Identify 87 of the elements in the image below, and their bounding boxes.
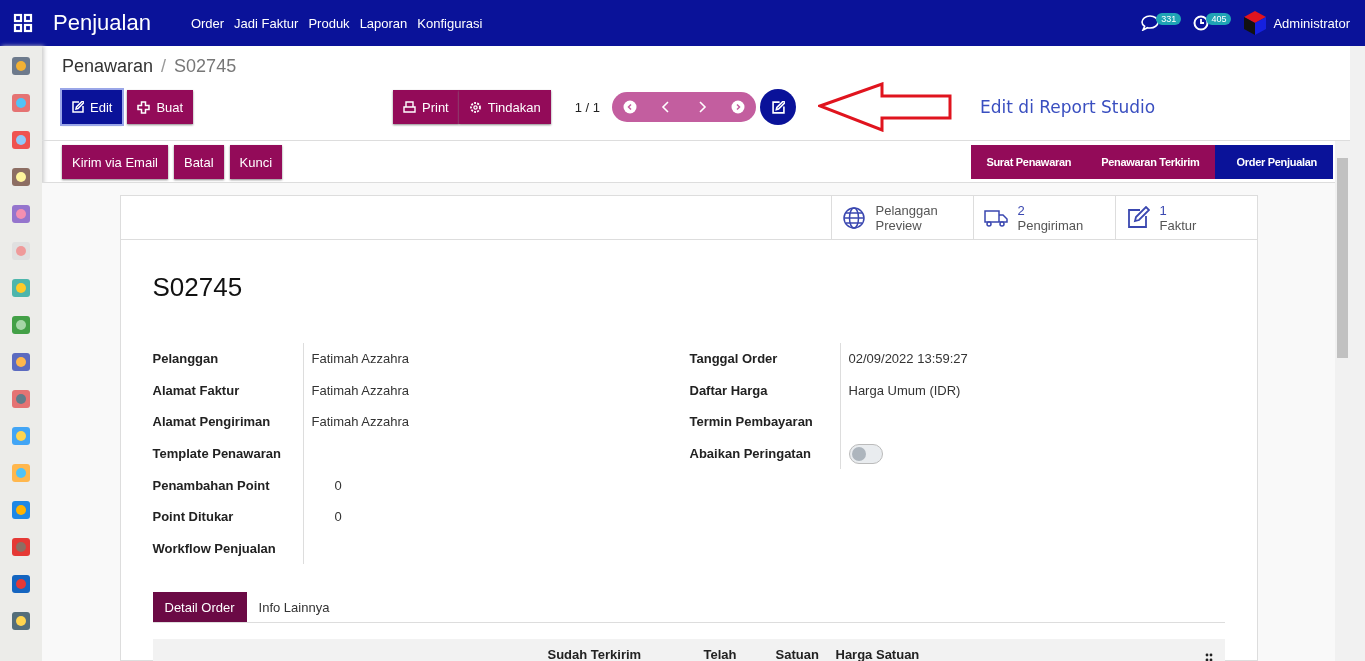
app-icon[interactable] <box>9 202 33 226</box>
field-label: Daftar Harga <box>689 381 769 400</box>
edit-icon <box>771 100 785 114</box>
smart-button-label: Pengiriman <box>1017 217 1084 233</box>
plus-icon <box>137 100 151 114</box>
pager-counter: 1 / 1 <box>574 99 601 115</box>
activity-count-badge: 405 <box>1206 13 1232 25</box>
field-label: Abaikan Peringatan <box>689 445 812 464</box>
gear-icon <box>468 100 482 114</box>
breadcrumb-item[interactable]: S02745 <box>174 56 237 78</box>
status-step[interactable]: Order Penjualan <box>1214 145 1333 179</box>
first-record-icon[interactable] <box>623 100 638 114</box>
column-header[interactable]: Telah <box>703 647 776 661</box>
field-value: Harga Umum (IDR) <box>848 382 961 398</box>
app-icon[interactable] <box>9 313 33 337</box>
app-icon[interactable] <box>9 609 33 633</box>
field-label: Tanggal Order <box>689 350 779 369</box>
app-icon[interactable] <box>9 128 33 152</box>
field-value: Fatimah Azzahra <box>311 382 410 398</box>
create-button[interactable]: Buat <box>127 90 194 124</box>
record-title: S02745 <box>152 272 244 303</box>
app-icon[interactable] <box>9 387 33 411</box>
smart-button-label: Preview <box>875 217 922 233</box>
field-label: Pelanggan <box>152 350 220 369</box>
app-icon[interactable] <box>9 572 33 596</box>
clock-icon[interactable] <box>1193 15 1210 31</box>
app-icon[interactable] <box>9 54 33 78</box>
message-count-badge: 331 <box>1156 13 1182 25</box>
arrow-icon <box>818 82 955 132</box>
avatar-icon[interactable] <box>1243 11 1268 35</box>
header-button[interactable]: Kirim via Email <box>62 145 168 179</box>
app-icon[interactable] <box>9 535 33 559</box>
field-label: Point Ditukar <box>152 508 235 527</box>
toggle-switch[interactable] <box>848 443 883 464</box>
breadcrumb-separator: / <box>161 56 167 78</box>
header-button[interactable]: Batal <box>173 145 224 179</box>
print-button[interactable]: Print <box>393 90 459 124</box>
menu-item[interactable]: Laporan <box>359 15 408 31</box>
app-icon[interactable] <box>9 165 33 189</box>
notebook-tab[interactable]: Detail Order <box>152 592 247 623</box>
app-title: Penjualan <box>53 10 151 36</box>
edit-icon <box>72 101 84 113</box>
field-label: Workflow Penjualan <box>152 539 277 558</box>
field-label: Termin Pembayaran <box>689 413 814 432</box>
smart-button-title: Pelanggan <box>875 202 938 218</box>
field-label: Penambahan Point <box>152 476 271 495</box>
annotation-text: Edit di Report Studio <box>980 97 1156 117</box>
status-step[interactable]: Surat Penawaran <box>971 145 1087 179</box>
smart-button-label: Faktur <box>1159 217 1197 233</box>
field-label: Alamat Pengiriman <box>152 413 272 432</box>
app-icon[interactable] <box>9 424 33 448</box>
menu-item[interactable]: Konfigurasi <box>417 15 483 31</box>
field-label: Template Penawaran <box>152 445 282 464</box>
notebook-tab[interactable]: Info Lainnya <box>246 592 342 623</box>
edit-button[interactable]: Edit <box>62 90 123 124</box>
header-button[interactable]: Kunci <box>229 145 283 179</box>
column-header[interactable]: Sudah Terkirim <box>547 647 704 661</box>
column-header[interactable]: Harga Satuan <box>835 647 1205 661</box>
apps-menu-icon[interactable] <box>13 13 33 33</box>
edit-icon <box>1125 205 1150 230</box>
scrollbar[interactable] <box>1335 141 1350 661</box>
chat-icon[interactable] <box>1141 15 1160 31</box>
smart-button-count: 2 <box>1017 202 1026 218</box>
menu-item[interactable]: Produk <box>308 15 350 31</box>
column-options-icon[interactable] <box>1204 653 1213 661</box>
app-icon[interactable] <box>9 91 33 115</box>
globe-icon <box>841 205 866 230</box>
field-value: 0 <box>334 509 342 525</box>
status-step[interactable]: Penawaran Terkirim <box>1086 145 1215 179</box>
last-record-icon[interactable] <box>731 100 746 114</box>
app-icon[interactable] <box>9 498 33 522</box>
menu-item[interactable]: Order <box>190 15 225 31</box>
printer-icon <box>403 101 416 113</box>
actions-button[interactable]: Tindakan <box>458 90 551 124</box>
menu-item[interactable]: Jadi Faktur <box>234 15 299 31</box>
field-label: Alamat Faktur <box>152 381 241 400</box>
field-value: 02/09/2022 13:59:27 <box>848 351 968 367</box>
field-value: Fatimah Azzahra <box>311 351 410 367</box>
smart-button-count: 1 <box>1159 202 1168 218</box>
report-edit-button[interactable] <box>760 89 797 125</box>
field-value: 0 <box>334 477 342 493</box>
app-icon[interactable] <box>9 350 33 374</box>
breadcrumb-item[interactable]: Penawaran <box>62 56 154 78</box>
scrollbar[interactable] <box>1350 46 1365 661</box>
field-value: Fatimah Azzahra <box>311 414 410 430</box>
user-name[interactable]: Administrator <box>1273 15 1350 31</box>
column-header[interactable]: Satuan <box>775 647 836 661</box>
